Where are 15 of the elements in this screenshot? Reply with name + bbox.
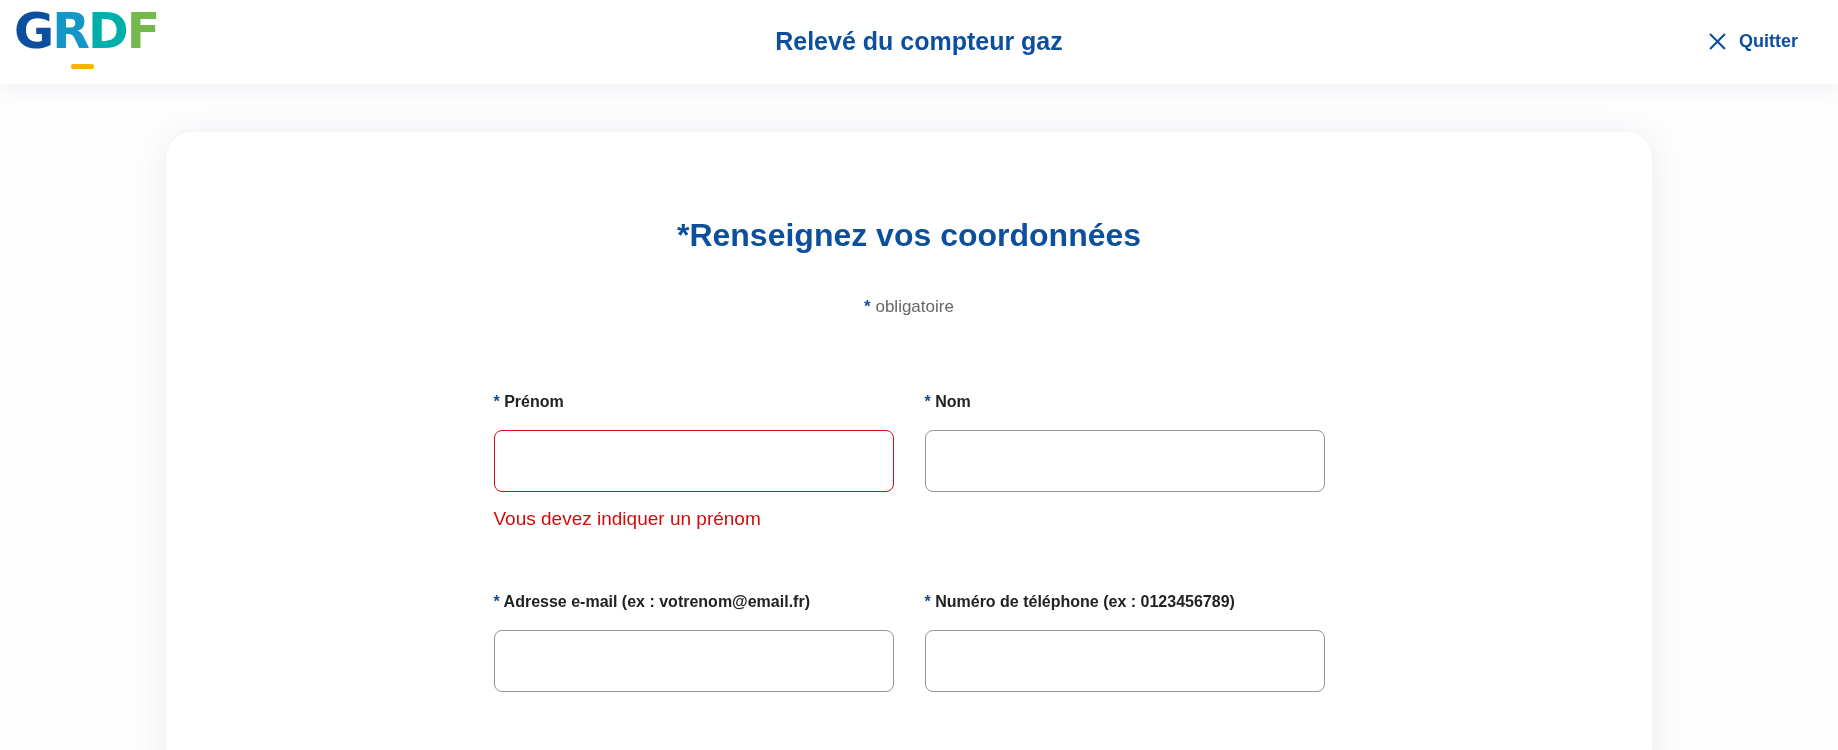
error-message: Vous devez indiquer un prénom bbox=[493, 507, 761, 531]
field-label: * Adresse e-mail (ex : votrenom@email.fr) bbox=[493, 592, 810, 612]
field-label: * Prénom bbox=[493, 392, 564, 412]
input-field[interactable] bbox=[924, 430, 1325, 492]
input-field[interactable] bbox=[493, 430, 894, 492]
input-field[interactable] bbox=[924, 630, 1325, 692]
field-label: * Nom bbox=[924, 392, 971, 412]
input-field[interactable] bbox=[493, 630, 894, 692]
logo[interactable]: GRDF bbox=[14, 10, 159, 69]
form-title: *Renseignez vos coordonnées bbox=[676, 216, 1142, 255]
field-label: * Numéro de téléphone (ex : 0123456789) bbox=[924, 592, 1235, 612]
quit-button[interactable]: Quitter bbox=[1709, 30, 1798, 52]
required-note: * obligatoire bbox=[864, 296, 954, 318]
page-title: Relevé du compteur gaz bbox=[775, 26, 1063, 56]
close-icon bbox=[1709, 32, 1726, 50]
